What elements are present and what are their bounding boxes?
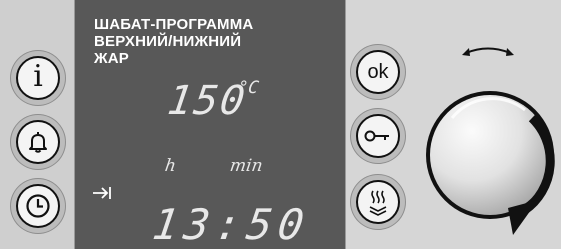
program-title-line-3: ЖАР — [94, 50, 129, 67]
ok-button[interactable]: ok — [356, 50, 400, 94]
ok-label: ok — [367, 60, 389, 83]
clock-button[interactable] — [16, 184, 60, 228]
key-icon — [364, 130, 389, 142]
minutes-label: min — [228, 156, 264, 176]
heat-icon — [369, 190, 387, 216]
child-lock-button[interactable] — [356, 114, 400, 158]
heating-mode-button[interactable] — [356, 180, 400, 224]
info-button[interactable]: i — [16, 56, 60, 100]
clock-icon — [26, 194, 50, 218]
info-icon: i — [33, 59, 43, 94]
bell-icon — [29, 132, 47, 153]
time-value: 13:50 — [149, 200, 313, 249]
program-title-line-1: ШАБАТ-ПРОГРАММА — [94, 16, 254, 33]
temperature-unit: °C — [236, 78, 260, 98]
program-title-line-2: ВЕРХНИЙ/НИЖНИЙ — [94, 33, 242, 50]
timer-bell-button[interactable] — [16, 120, 60, 164]
dial-knob[interactable] — [420, 40, 560, 245]
arrow-to-bar-icon — [93, 187, 111, 199]
program-title: ШАБАТ-ПРОГРАММА ВЕРХНИЙ/НИЖНИЙ ЖАР — [94, 16, 334, 67]
oven-control-panel: i ШАБАТ-ПРОГРАММА ВЕРХНИЙ/НИЖНИЙ ЖАР 150… — [0, 0, 561, 249]
temperature-value: 150 — [164, 78, 250, 124]
